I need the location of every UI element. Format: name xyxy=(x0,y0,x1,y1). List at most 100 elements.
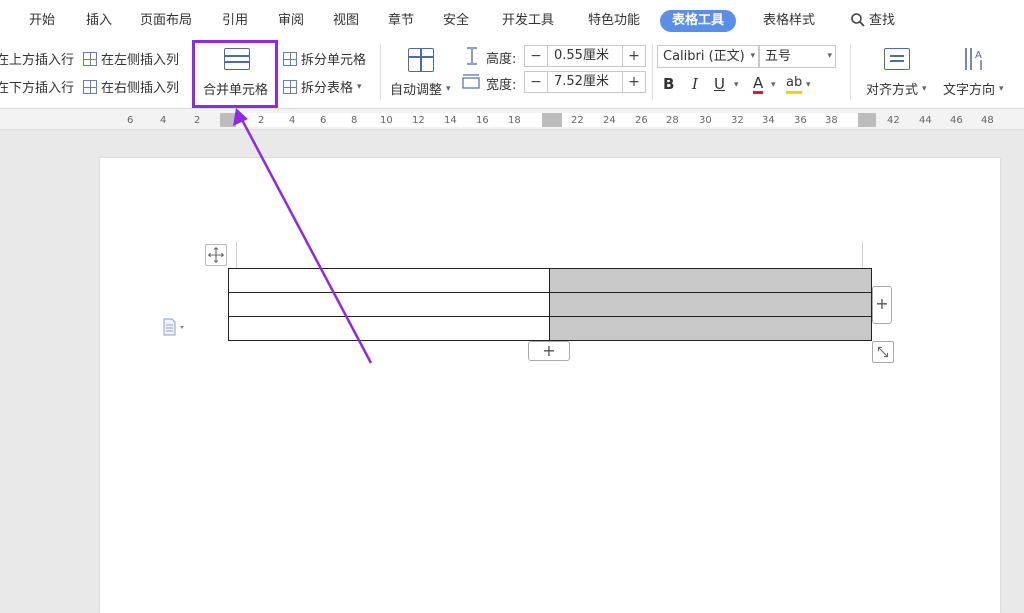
tab-start[interactable]: 开始 xyxy=(29,10,55,32)
ruler-tick: 24 xyxy=(603,115,616,126)
tab-developer[interactable]: 开发工具 xyxy=(502,10,554,32)
alignment-button[interactable]: 对齐方式 ▾ xyxy=(866,79,927,98)
search-label[interactable]: 查找 xyxy=(869,10,895,32)
text-direction-button[interactable]: 文字方向 ▾ xyxy=(943,79,1004,98)
width-decrease-button[interactable]: − xyxy=(525,74,547,90)
paragraph-options-icon[interactable] xyxy=(162,318,186,336)
table-cell-selected[interactable] xyxy=(549,292,872,317)
bold-button[interactable]: B xyxy=(663,75,674,93)
ruler-tick: 18 xyxy=(508,115,521,126)
tab-view[interactable]: 视图 xyxy=(333,10,359,32)
insert-col-left-button[interactable]: 在左侧插入列 xyxy=(83,49,179,68)
col-width-stepper[interactable]: − 7.52厘米 + xyxy=(524,71,646,93)
tab-table-tools[interactable]: 表格工具 xyxy=(660,10,737,32)
ruler-tick: 26 xyxy=(635,115,648,126)
tab-special-features[interactable]: 特色功能 xyxy=(588,10,640,32)
ruler-tick: 4 xyxy=(289,115,296,126)
width-increase-button[interactable]: + xyxy=(623,74,645,90)
ruler-tick: 46 xyxy=(950,115,963,126)
add-column-button[interactable]: + xyxy=(872,286,892,324)
table-cell-selected[interactable] xyxy=(549,316,872,341)
table-row xyxy=(228,292,872,317)
ruler-tick: 22 xyxy=(571,115,584,126)
split-table-button[interactable]: 拆分表格 ▾ xyxy=(283,77,362,96)
ruler-tick: 34 xyxy=(762,115,775,126)
insert-row-above-button[interactable]: 在上方插入行 xyxy=(0,49,74,68)
font-name-value: Calibri (正文) xyxy=(663,49,745,64)
tab-review[interactable]: 审阅 xyxy=(278,10,304,32)
split-cells-button[interactable]: 拆分单元格 xyxy=(283,49,366,68)
row-height-icon xyxy=(467,47,477,65)
magnifier-icon[interactable] xyxy=(851,13,865,27)
ruler-tick: 28 xyxy=(666,115,679,126)
table-row xyxy=(228,268,872,293)
split-table-dropdown-icon: ▾ xyxy=(357,81,362,92)
tab-security[interactable]: 安全 xyxy=(443,10,469,32)
width-value[interactable]: 7.52厘米 xyxy=(547,72,623,92)
insert-row-below-button[interactable]: 在下方插入行 xyxy=(0,77,74,96)
document-table[interactable] xyxy=(228,268,872,341)
table-cell[interactable] xyxy=(228,316,550,341)
tab-page-layout[interactable]: 页面布局 xyxy=(140,10,192,32)
font-size-select[interactable]: 五号 ▾ xyxy=(759,45,836,68)
font-size-dropdown-icon: ▾ xyxy=(827,51,832,61)
underline-button[interactable]: U xyxy=(714,75,725,93)
insert-col-right-label: 在右侧插入列 xyxy=(101,81,180,96)
ruler-right-margin[interactable] xyxy=(858,113,876,127)
height-value[interactable]: 0.55厘米 xyxy=(547,46,623,66)
insert-col-right-button[interactable]: 在右侧插入列 xyxy=(83,77,179,96)
italic-button[interactable]: I xyxy=(692,75,698,93)
tab-references[interactable]: 引用 xyxy=(222,10,248,32)
split-table-icon xyxy=(283,79,297,94)
height-decrease-button[interactable]: − xyxy=(525,48,547,64)
svg-text:A: A xyxy=(975,50,982,61)
table-cell[interactable] xyxy=(228,292,550,317)
ruler-column-marker[interactable] xyxy=(542,113,562,127)
ruler-tick: 44 xyxy=(919,115,932,126)
split-table-label: 拆分表格 xyxy=(301,81,354,96)
ruler-tick: 16 xyxy=(476,115,489,126)
add-row-button[interactable]: + xyxy=(528,341,570,361)
table-resize-handle-icon[interactable] xyxy=(872,341,894,363)
insert-row-below-label: 在下方插入行 xyxy=(0,81,75,96)
text-direction-label: 文字方向 xyxy=(943,83,996,98)
auto-fit-button[interactable]: 自动调整 ▾ xyxy=(390,79,451,98)
font-color-button[interactable]: A xyxy=(753,75,764,94)
table-row xyxy=(228,316,872,341)
text-direction-icon: A xyxy=(965,48,982,70)
highlight-button[interactable]: ab xyxy=(786,75,803,94)
tab-chapter[interactable]: 章节 xyxy=(388,10,414,32)
ruler-tick: 4 xyxy=(160,115,167,126)
merge-cells-highlight xyxy=(192,40,278,108)
font-size-value: 五号 xyxy=(765,49,792,64)
alignment-dropdown-icon: ▾ xyxy=(922,83,927,94)
height-increase-button[interactable]: + xyxy=(623,48,645,64)
ruler-tick: 48 xyxy=(981,115,994,126)
font-name-select[interactable]: Calibri (正文) ▾ xyxy=(657,45,759,68)
ruler-tick: 42 xyxy=(887,115,900,126)
height-label: 高度: xyxy=(486,52,517,67)
margin-guide xyxy=(236,242,237,268)
tab-table-style[interactable]: 表格样式 xyxy=(763,10,815,32)
ruler-tick: 36 xyxy=(794,115,807,126)
table-cell-selected[interactable] xyxy=(549,268,872,293)
ruler-tick: 10 xyxy=(380,115,393,126)
tab-insert[interactable]: 插入 xyxy=(86,10,112,32)
font-color-dropdown-icon[interactable]: ▾ xyxy=(771,80,776,90)
table-cell[interactable] xyxy=(228,268,550,293)
underline-dropdown-icon[interactable]: ▾ xyxy=(734,80,739,90)
row-height-stepper[interactable]: − 0.55厘米 + xyxy=(524,45,646,67)
col-width-icon xyxy=(462,74,480,89)
table-move-handle-icon[interactable] xyxy=(205,244,227,266)
text-direction-dropdown-icon: ▾ xyxy=(999,83,1004,94)
alignment-label: 对齐方式 xyxy=(866,83,919,98)
ruler-left-margin[interactable] xyxy=(220,113,236,127)
split-cells-label: 拆分单元格 xyxy=(301,53,367,68)
ruler-tick: 12 xyxy=(412,115,425,126)
horizontal-ruler[interactable]: 6 4 2 2 4 6 8 10 12 14 16 18 22 24 26 28… xyxy=(0,108,1024,130)
highlight-dropdown-icon[interactable]: ▾ xyxy=(806,80,811,90)
document-page[interactable] xyxy=(100,158,1000,613)
ribbon-separator xyxy=(380,44,381,100)
ruler-tick: 6 xyxy=(320,115,327,126)
alignment-icon xyxy=(884,48,910,70)
